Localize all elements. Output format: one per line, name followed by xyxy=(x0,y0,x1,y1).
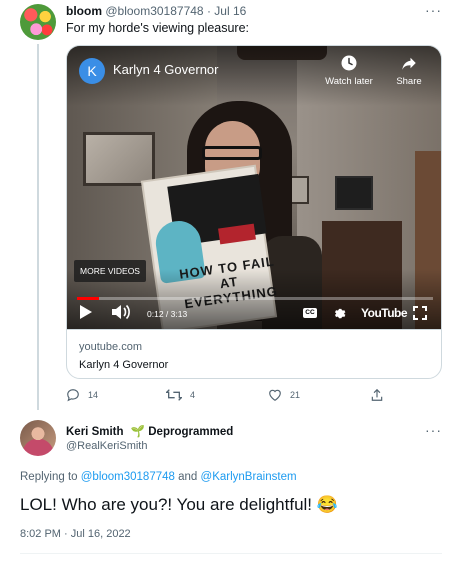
video-progress-bar[interactable] xyxy=(77,297,433,300)
retweet-button[interactable]: 4 xyxy=(166,388,195,402)
volume-icon[interactable] xyxy=(111,304,131,320)
and-word: and xyxy=(178,471,198,483)
display-name-line: Keri Smith 🌱 Deprogrammed xyxy=(66,424,233,438)
reply-count: 14 xyxy=(88,390,99,400)
retweet-count: 4 xyxy=(190,390,196,400)
tweet-header: bloom @bloom30187748 · Jul 16 xyxy=(66,4,246,18)
play-icon[interactable] xyxy=(79,304,93,320)
video-frame-glasses xyxy=(202,146,262,160)
tweet-keri-smith: Keri Smith 🌱 Deprogrammed @RealKeriSmith… xyxy=(0,410,462,565)
thread-line xyxy=(37,44,39,410)
card-footer[interactable]: youtube.com Karlyn 4 Governor xyxy=(67,329,441,378)
share-button[interactable]: Share xyxy=(389,54,429,87)
replying-to: Replying to @bloom30187748 and @KarlynBr… xyxy=(20,471,297,483)
tweet-timestamp[interactable]: 8:02 PM · Jul 16, 2022 xyxy=(20,528,131,540)
handle[interactable]: @bloom30187748 xyxy=(105,4,203,18)
like-count: 21 xyxy=(290,390,301,400)
tweet-actions: 14 4 21 xyxy=(66,386,386,406)
fullscreen-icon[interactable] xyxy=(413,306,427,320)
more-options-icon[interactable]: ··· xyxy=(425,2,442,18)
tweet-text: For my horde's viewing pleasure: xyxy=(66,21,250,35)
channel-avatar[interactable]: K xyxy=(79,58,105,84)
settings-gear-icon[interactable] xyxy=(332,306,346,320)
video-frame-picture-small xyxy=(289,176,309,204)
avatar[interactable] xyxy=(20,420,56,456)
handle[interactable]: @RealKeriSmith xyxy=(66,440,147,452)
clock-icon xyxy=(341,55,357,71)
video-frame-tv xyxy=(335,176,373,210)
more-options-icon[interactable]: ··· xyxy=(425,422,442,438)
upload-share-icon xyxy=(371,388,383,401)
reply-button[interactable]: 14 xyxy=(66,388,98,402)
share-tweet-button[interactable] xyxy=(370,388,384,402)
youtube-logo[interactable]: YouTube xyxy=(361,306,408,320)
card-title: Karlyn 4 Governor xyxy=(79,359,169,371)
retweet-icon xyxy=(166,389,182,401)
like-button[interactable]: 21 xyxy=(268,388,300,402)
avatar[interactable] xyxy=(20,4,56,40)
tweet-bloom: bloom @bloom30187748 · Jul 16 ··· For my… xyxy=(0,0,462,410)
sprout-icon: 🌱 xyxy=(130,426,146,438)
replying-prefix: Replying to xyxy=(20,471,78,483)
youtube-embed-card[interactable]: HOW TO FAIL AT EVERYTHING K Karlyn 4 Gov… xyxy=(66,45,442,379)
separator: · xyxy=(206,4,211,18)
watch-later-label: Watch later xyxy=(325,76,373,87)
captions-button[interactable]: CC xyxy=(303,308,317,318)
share-arrow-icon xyxy=(402,57,416,70)
more-videos-button[interactable]: MORE VIDEOS xyxy=(74,260,146,282)
tweet-text: LOL! Who are you?! You are delightful! 😂 xyxy=(20,495,338,514)
tweet-date[interactable]: Jul 16 xyxy=(214,4,246,18)
reply-icon xyxy=(67,389,79,402)
card-domain: youtube.com xyxy=(79,341,142,353)
video-time: 0:12 / 3:13 xyxy=(147,309,188,319)
heart-icon xyxy=(269,389,281,401)
video-player[interactable]: HOW TO FAIL AT EVERYTHING K Karlyn 4 Gov… xyxy=(67,46,441,329)
name-badge-text: Deprogrammed xyxy=(148,426,234,438)
mention-link[interactable]: @KarlynBrainstem xyxy=(201,471,297,483)
video-frame-picture xyxy=(83,132,155,186)
video-progress-fill xyxy=(77,297,100,300)
mention-link[interactable]: @bloom30187748 xyxy=(81,471,175,483)
display-name[interactable]: bloom xyxy=(66,4,102,18)
share-label: Share xyxy=(396,76,422,87)
watch-later-button[interactable]: Watch later xyxy=(319,54,379,87)
display-name[interactable]: Keri Smith xyxy=(66,426,124,438)
divider xyxy=(20,553,442,554)
video-title[interactable]: Karlyn 4 Governor xyxy=(113,62,219,77)
